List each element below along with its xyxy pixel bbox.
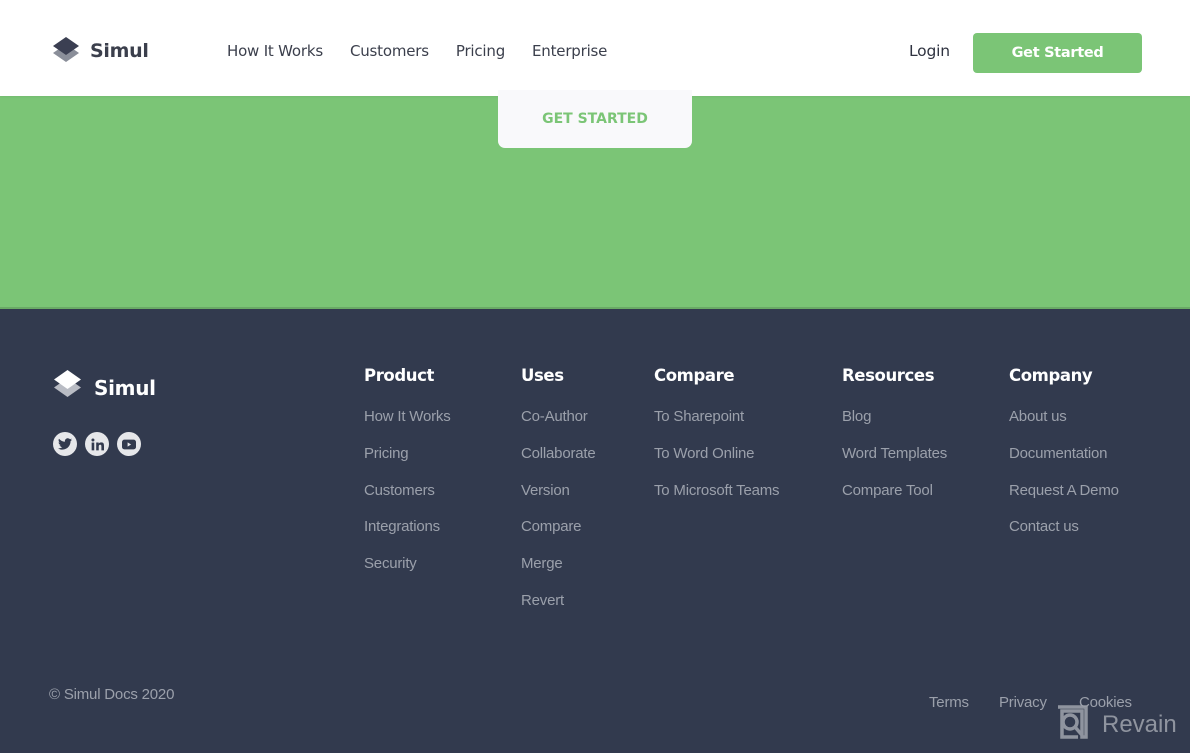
nav-enterprise[interactable]: Enterprise (532, 42, 607, 60)
footer-link[interactable]: Customers (364, 482, 451, 519)
revain-watermark: Revain (1056, 705, 1177, 744)
site-footer: Simul Product How It Works Pricing Custo… (0, 310, 1190, 753)
footer-link[interactable]: To Sharepoint (654, 408, 779, 445)
footer-column-company: Company About us Documentation Request A… (1009, 366, 1119, 555)
footer-link[interactable]: Blog (842, 408, 947, 445)
brand-logo[interactable]: Simul (52, 36, 149, 66)
nav-customers[interactable]: Customers (350, 42, 429, 60)
terms-link[interactable]: Terms (929, 694, 969, 711)
main-nav: How It Works Customers Pricing Enterpris… (227, 42, 634, 60)
column-title: Compare (654, 366, 735, 385)
footer-link[interactable]: Compare Tool (842, 482, 947, 519)
column-title: Uses (521, 366, 564, 385)
footer-link[interactable]: Version (521, 482, 596, 519)
footer-link[interactable]: Co-Author (521, 408, 596, 445)
footer-column-uses: Uses Co-Author Collaborate Version Compa… (521, 366, 596, 629)
footer-link[interactable]: Revert (521, 592, 596, 629)
column-title: Company (1009, 366, 1093, 385)
footer-link[interactable]: Word Templates (842, 445, 947, 482)
footer-column-product: Product How It Works Pricing Customers I… (364, 366, 451, 592)
revain-logo-icon (1056, 705, 1088, 744)
youtube-icon[interactable] (117, 432, 141, 456)
footer-link[interactable]: Compare (521, 518, 596, 555)
band-get-started-button[interactable]: GET STARTED (498, 90, 692, 148)
footer-brand-logo[interactable]: Simul (53, 369, 156, 406)
layers-logo-icon (52, 36, 80, 66)
column-title: Resources (842, 366, 935, 385)
column-title: Product (364, 366, 434, 385)
footer-brand-name: Simul (94, 375, 156, 400)
footer-link[interactable]: To Microsoft Teams (654, 482, 780, 519)
footer-link[interactable]: Integrations (364, 518, 451, 555)
privacy-link[interactable]: Privacy (999, 694, 1047, 711)
social-links (53, 432, 149, 456)
footer-link[interactable]: To Word Online (654, 445, 779, 482)
nav-pricing[interactable]: Pricing (456, 42, 505, 60)
footer-link[interactable]: Pricing (364, 445, 451, 482)
footer-link[interactable]: About us (1009, 408, 1119, 445)
footer-link[interactable]: Security (364, 555, 451, 592)
login-link[interactable]: Login (909, 42, 950, 60)
layers-logo-icon (53, 369, 82, 406)
footer-link[interactable]: How It Works (364, 408, 451, 445)
twitter-icon[interactable] (53, 432, 77, 456)
footer-link[interactable]: Contact us (1009, 518, 1119, 555)
footer-link[interactable]: Collaborate (521, 445, 596, 482)
copyright: © Simul Docs 2020 (49, 686, 175, 703)
footer-column-resources: Resources Blog Word Templates Compare To… (842, 366, 947, 518)
nav-how-it-works[interactable]: How It Works (227, 42, 323, 60)
revain-text: Revain (1102, 710, 1177, 738)
footer-link[interactable]: Request A Demo (1009, 482, 1119, 519)
footer-link[interactable]: Merge (521, 555, 596, 592)
footer-link[interactable]: Documentation (1009, 445, 1119, 482)
site-header: Simul How It Works Customers Pricing Ent… (0, 0, 1190, 96)
linkedin-icon[interactable] (85, 432, 109, 456)
brand-name: Simul (90, 40, 149, 62)
get-started-button[interactable]: Get Started (973, 33, 1142, 73)
footer-column-compare: Compare To Sharepoint To Word Online To … (654, 366, 780, 519)
